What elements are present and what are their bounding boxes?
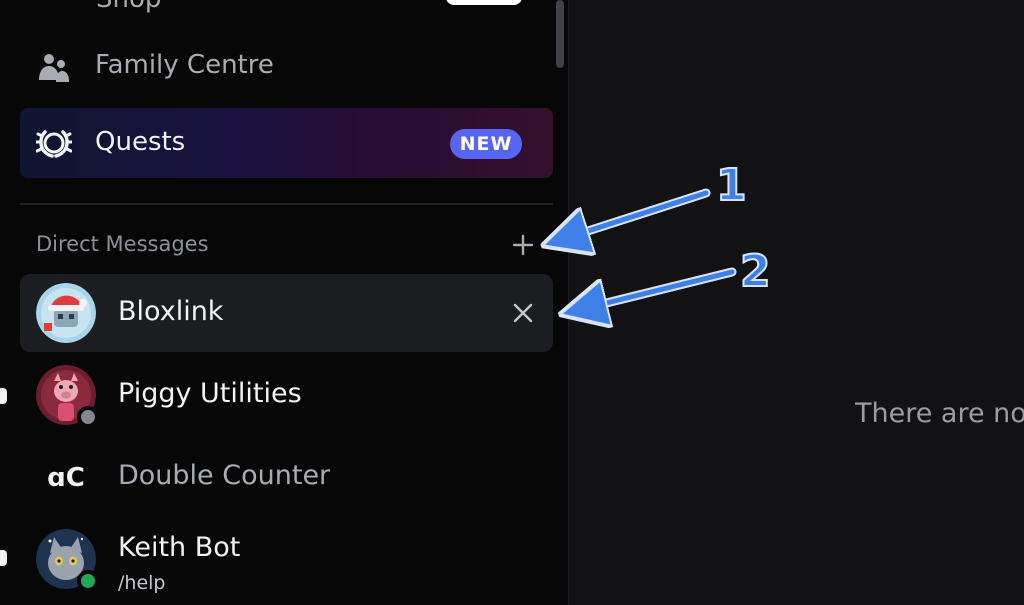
dm-name: Keith Bot — [118, 532, 241, 563]
main-content: There are no f — [569, 0, 1024, 605]
unread-indicator — [0, 550, 7, 566]
shop-badge — [446, 0, 522, 5]
people-icon — [36, 50, 72, 86]
dm-section-header: Direct Messages — [36, 232, 209, 256]
laurel-icon — [34, 125, 74, 161]
svg-text:ɑC: ɑC — [47, 463, 85, 493]
status-offline-indicator — [77, 406, 99, 428]
dm-item-piggy-utilities[interactable]: Piggy Utilities — [20, 356, 553, 434]
dm-name: Bloxlink — [118, 296, 224, 327]
dm-item-keith-bot[interactable]: Keith Bot /help — [20, 520, 553, 598]
sidebar-item-quests[interactable]: Quests NEW — [20, 108, 553, 178]
new-badge: NEW — [450, 129, 522, 159]
avatar: ɑC — [36, 447, 96, 507]
sidebar: Shop Family Centre Q — [0, 0, 569, 605]
status-online-indicator — [77, 570, 99, 592]
sidebar-item-label: Shop — [96, 0, 161, 14]
plus-icon[interactable] — [510, 232, 536, 258]
close-icon[interactable] — [512, 302, 534, 324]
app-window: Shop Family Centre Q — [0, 0, 1024, 605]
avatar — [36, 283, 96, 343]
dm-subtitle: /help — [118, 572, 166, 594]
sidebar-item-label: Quests — [95, 127, 186, 157]
empty-state-text: There are no f — [855, 398, 1024, 429]
dm-item-double-counter[interactable]: ɑC Double Counter — [20, 438, 553, 516]
dm-name: Piggy Utilities — [118, 378, 302, 409]
sidebar-scrollbar[interactable] — [556, 0, 564, 68]
unread-indicator — [0, 388, 7, 404]
dm-name: Double Counter — [118, 460, 331, 491]
divider — [20, 203, 553, 205]
sidebar-item-family-centre[interactable]: Family Centre — [20, 33, 553, 103]
sidebar-item-label: Family Centre — [95, 50, 274, 80]
dm-item-bloxlink[interactable]: Bloxlink — [20, 274, 553, 352]
